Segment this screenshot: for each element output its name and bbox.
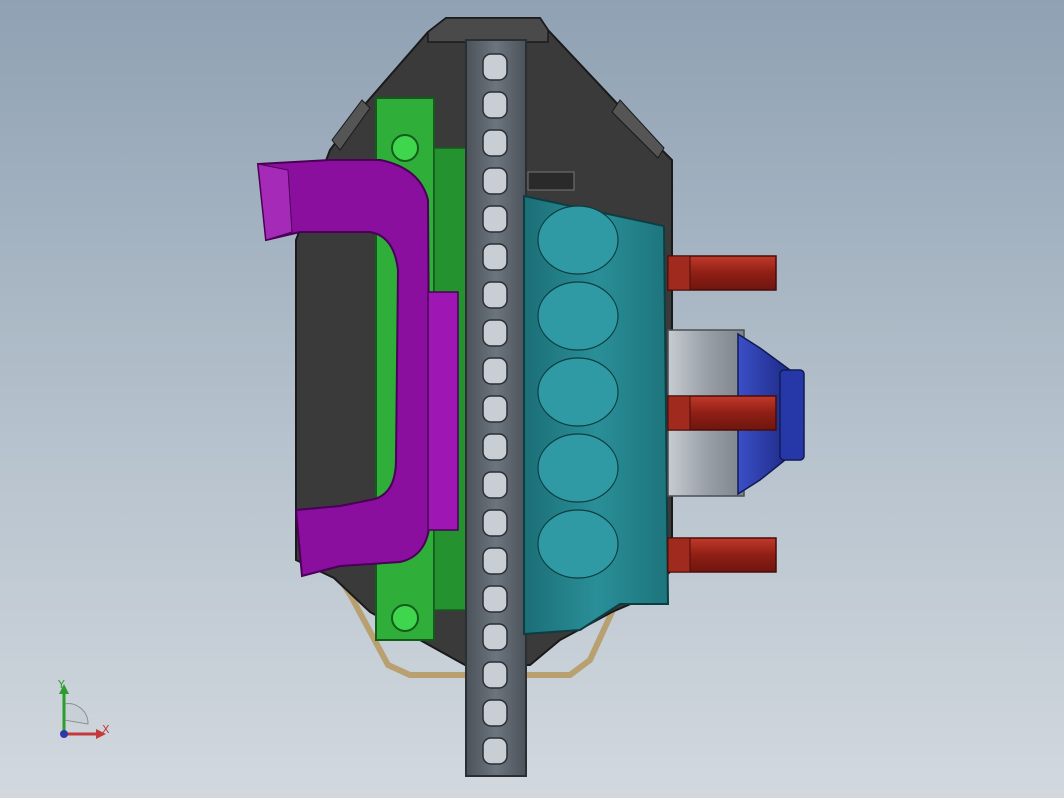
disc-vent-slot — [482, 661, 508, 689]
hub-lobe — [537, 205, 619, 275]
disc-vent-slot — [482, 395, 508, 423]
hub-lobe — [537, 281, 619, 351]
disc-vent-slot — [482, 243, 508, 271]
hub-lobe — [537, 357, 619, 427]
wheel-hub[interactable] — [523, 194, 670, 636]
wheel-stud[interactable] — [667, 395, 777, 431]
mount-bolt-hole-top — [391, 134, 419, 162]
brake-assembly-model[interactable] — [0, 0, 1064, 798]
disc-vent-slot — [482, 319, 508, 347]
y-axis-label: Y — [58, 678, 65, 691]
disc-vent-slot — [482, 509, 508, 537]
disc-vent-slot — [482, 205, 508, 233]
disc-vent-slot — [482, 91, 508, 119]
mount-bolt-hole-bottom — [391, 604, 419, 632]
disc-vent-slot — [482, 699, 508, 727]
hub-lobe — [537, 509, 619, 579]
disc-vent-slot — [482, 129, 508, 157]
wheel-stud[interactable] — [667, 537, 777, 573]
disc-vent-slot — [482, 357, 508, 385]
disc-vent-slot — [482, 433, 508, 461]
disc-vent-slot — [482, 281, 508, 309]
coordinate-triad: Y X — [44, 676, 124, 746]
cad-viewport[interactable]: Y X — [0, 0, 1064, 798]
x-axis-label: X — [102, 723, 110, 736]
disc-vent-slot — [482, 471, 508, 499]
disc-vent-slot — [482, 623, 508, 651]
disc-vent-slot — [482, 53, 508, 81]
disc-vent-slot — [482, 585, 508, 613]
disc-vent-slot — [482, 547, 508, 575]
disc-vent-slot — [482, 167, 508, 195]
hub-lobe — [537, 433, 619, 503]
brake-disc[interactable] — [465, 39, 527, 777]
wheel-stud[interactable] — [667, 255, 777, 291]
disc-vent-slot — [482, 737, 508, 765]
